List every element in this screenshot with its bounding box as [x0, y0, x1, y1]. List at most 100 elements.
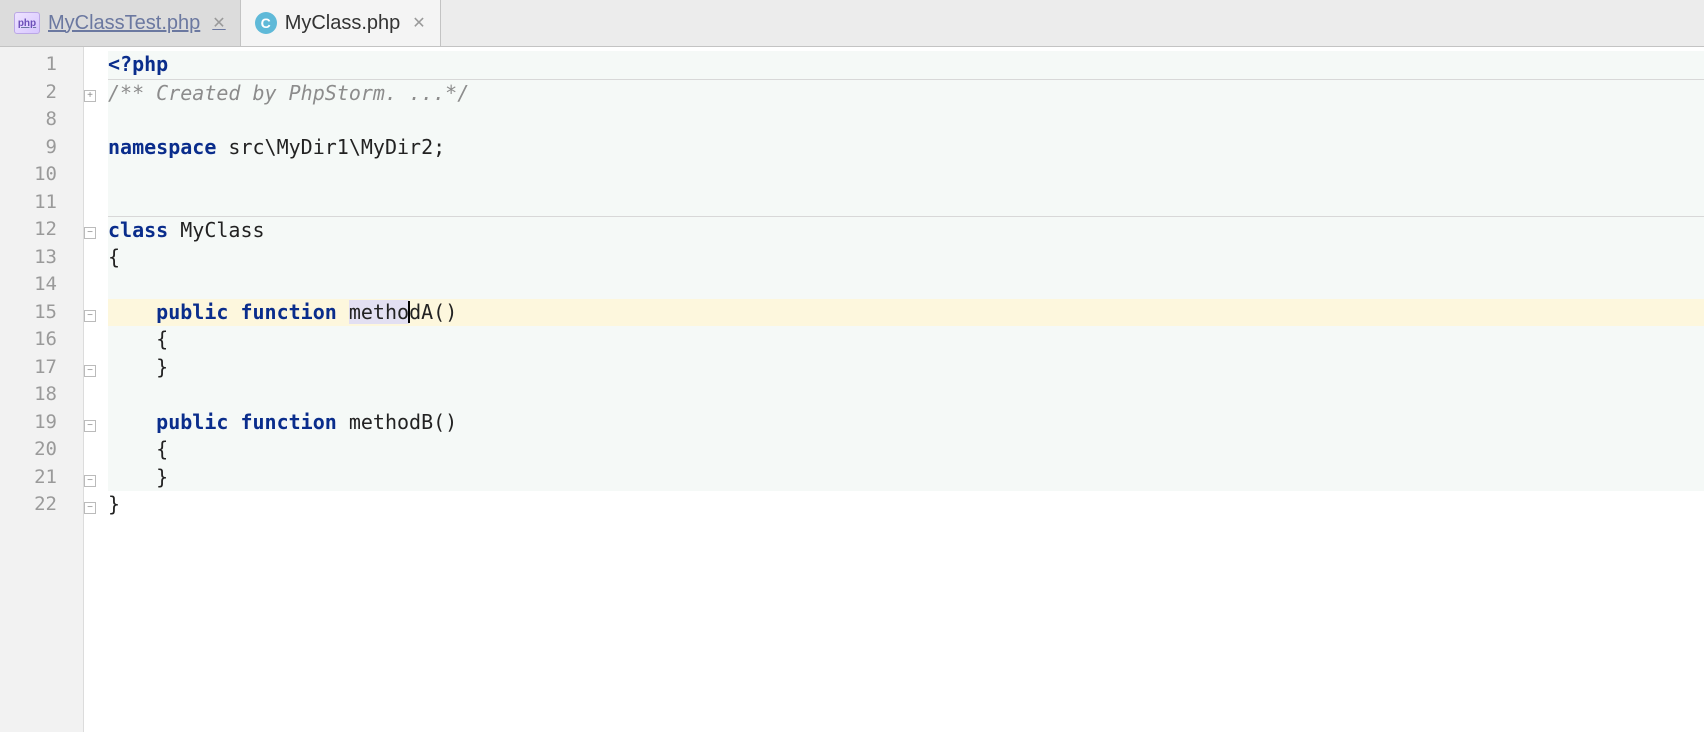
php-open-tag: <?php	[108, 52, 168, 76]
code-line[interactable]: {	[108, 244, 1704, 272]
line-number: 10	[0, 161, 83, 189]
line-number: 21	[0, 464, 83, 492]
code-content[interactable]: <?php /** Created by PhpStorm. ...*/ nam…	[108, 47, 1704, 732]
tab-label: MyClassTest.php	[48, 12, 200, 35]
indent	[108, 410, 156, 434]
code-line[interactable]: {	[108, 436, 1704, 464]
indent	[108, 437, 156, 461]
indent	[108, 327, 156, 351]
fold-slot	[84, 354, 108, 382]
fold-slot	[84, 299, 108, 327]
line-number: 12	[0, 216, 83, 244]
class-name: MyClass	[168, 218, 264, 242]
fold-slot	[84, 51, 108, 79]
line-number: 15	[0, 299, 83, 327]
code-line[interactable]	[108, 381, 1704, 409]
line-number: 14	[0, 271, 83, 299]
line-number-gutter: 1 2 8 9 10 11 12 13 14 15 16 17 18 19 20…	[0, 47, 84, 732]
code-line[interactable]: class MyClass	[108, 216, 1704, 244]
code-line[interactable]: }	[108, 464, 1704, 492]
line-number: 20	[0, 436, 83, 464]
fold-slot	[84, 271, 108, 299]
keyword-public: public	[156, 300, 228, 324]
tab-myclasstest[interactable]: php MyClassTest.php ✕	[0, 0, 241, 46]
indent	[108, 355, 156, 379]
tab-label: MyClass.php	[285, 12, 401, 35]
line-number: 2	[0, 79, 83, 107]
method-name: methodB	[349, 410, 433, 434]
line-number: 22	[0, 491, 83, 519]
fold-collapse-icon[interactable]	[84, 502, 96, 514]
keyword-function: function	[240, 410, 336, 434]
code-line[interactable]: namespace src\MyDir1\MyDir2;	[108, 134, 1704, 162]
fold-slot	[84, 464, 108, 492]
line-number: 9	[0, 134, 83, 162]
code-line[interactable]: public function methodB()	[108, 409, 1704, 437]
line-number: 11	[0, 189, 83, 217]
space	[228, 410, 240, 434]
editor-tab-bar: php MyClassTest.php ✕ C MyClass.php ✕	[0, 0, 1704, 47]
keyword-namespace: namespace	[108, 135, 216, 159]
keyword-public: public	[156, 410, 228, 434]
fold-collapse-icon[interactable]	[84, 420, 96, 432]
code-editor[interactable]: 1 2 8 9 10 11 12 13 14 15 16 17 18 19 20…	[0, 47, 1704, 732]
fold-slot	[84, 244, 108, 272]
brace-close: }	[156, 465, 168, 489]
code-line[interactable]: }	[108, 354, 1704, 382]
brace-close: }	[108, 492, 120, 516]
keyword-function: function	[240, 300, 336, 324]
line-number: 18	[0, 381, 83, 409]
space	[228, 300, 240, 324]
space	[337, 410, 349, 434]
fold-slot	[84, 409, 108, 437]
fold-slot	[84, 216, 108, 244]
space	[337, 300, 349, 324]
tab-myclass[interactable]: C MyClass.php ✕	[241, 0, 441, 46]
line-number: 19	[0, 409, 83, 437]
fold-collapse-icon[interactable]	[84, 365, 96, 377]
fold-slot	[84, 381, 108, 409]
fold-gutter	[84, 47, 108, 732]
indent	[108, 465, 156, 489]
fold-slot	[84, 134, 108, 162]
code-line[interactable]: {	[108, 326, 1704, 354]
method-name-part: metho	[349, 300, 409, 324]
code-line[interactable]	[108, 189, 1704, 217]
code-line[interactable]	[108, 271, 1704, 299]
code-line[interactable]	[108, 106, 1704, 134]
line-number: 8	[0, 106, 83, 134]
brace-open: {	[156, 327, 168, 351]
code-line-current[interactable]: public function methodA()	[108, 299, 1704, 327]
code-line[interactable]: <?php	[108, 51, 1704, 79]
method-name-part: dA	[409, 300, 433, 324]
fold-slot	[84, 161, 108, 189]
fold-collapse-icon[interactable]	[84, 310, 96, 322]
indent	[108, 300, 156, 324]
brace-close: }	[156, 355, 168, 379]
code-line[interactable]: /** Created by PhpStorm. ...*/	[108, 79, 1704, 107]
fold-slot	[84, 326, 108, 354]
namespace-name: src\MyDir1\MyDir2;	[216, 135, 445, 159]
line-number: 16	[0, 326, 83, 354]
fold-collapse-icon[interactable]	[84, 227, 96, 239]
php-file-icon: php	[14, 12, 40, 34]
keyword-class: class	[108, 218, 168, 242]
line-number: 1	[0, 51, 83, 79]
fold-slot	[84, 436, 108, 464]
fold-collapse-icon[interactable]	[84, 475, 96, 487]
fold-slot	[84, 79, 108, 107]
brace-open: {	[156, 437, 168, 461]
fold-expand-icon[interactable]	[84, 90, 96, 102]
close-icon[interactable]: ✕	[212, 13, 225, 33]
code-line[interactable]: }	[108, 491, 1704, 519]
parens: ()	[433, 300, 457, 324]
line-number: 13	[0, 244, 83, 272]
fold-slot	[84, 189, 108, 217]
parens: ()	[433, 410, 457, 434]
doc-comment: /** Created by PhpStorm. ...*/	[108, 81, 469, 105]
class-file-icon: C	[255, 12, 277, 34]
code-line[interactable]	[108, 161, 1704, 189]
close-icon[interactable]: ✕	[412, 13, 425, 33]
fold-slot	[84, 106, 108, 134]
brace-open: {	[108, 245, 120, 269]
